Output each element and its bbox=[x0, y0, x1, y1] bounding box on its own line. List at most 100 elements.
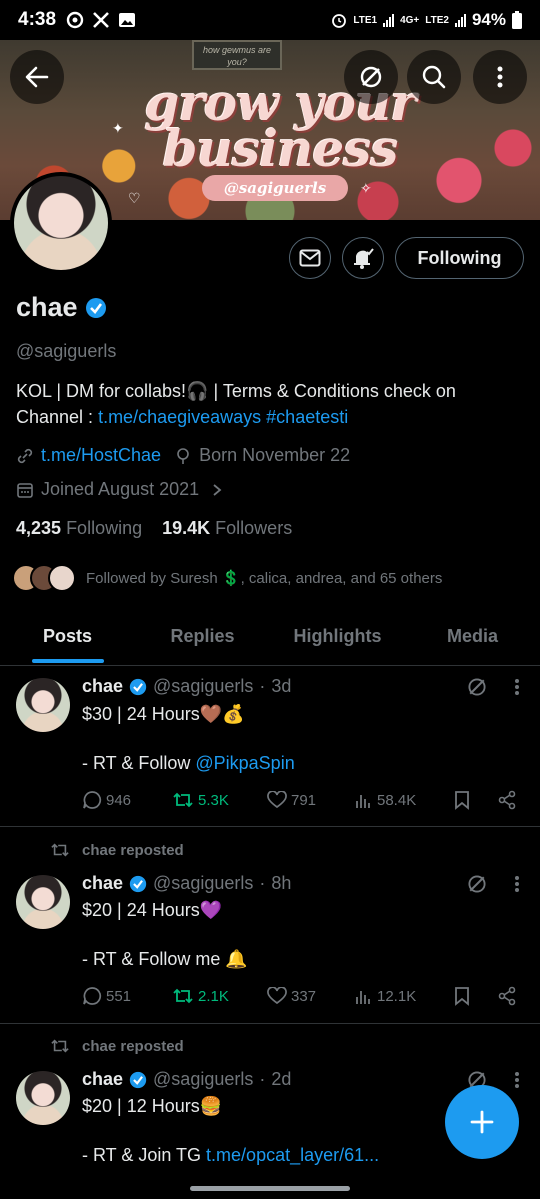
tweet-text-line: $30 | 24 Hours🤎💰 bbox=[82, 704, 245, 724]
tweet-dot: · bbox=[259, 676, 266, 696]
tweet-divider bbox=[0, 1023, 540, 1024]
battery-percent: 94% bbox=[471, 10, 506, 29]
tweet-avatar[interactable] bbox=[16, 875, 70, 929]
reply-button[interactable]: 946 bbox=[82, 790, 172, 810]
verified-badge-icon bbox=[129, 678, 147, 695]
bio-link[interactable]: t.me/chaegiveaways bbox=[98, 407, 261, 427]
followed-by-row[interactable]: Followed by Suresh 💲, calica, andrea, an… bbox=[12, 564, 442, 592]
tweet-text-line: $20 | 12 Hours🍔 bbox=[82, 1096, 223, 1116]
following-stat[interactable]: 4,235 Following bbox=[16, 518, 142, 539]
following-button[interactable]: Following bbox=[395, 237, 524, 279]
verified-badge-icon bbox=[129, 1071, 147, 1088]
share-icon[interactable] bbox=[497, 986, 517, 1006]
bookmark-icon[interactable] bbox=[453, 986, 471, 1006]
reply-button[interactable]: 551 bbox=[82, 986, 172, 1006]
compose-post-button[interactable] bbox=[445, 1085, 519, 1159]
bookmark-icon[interactable] bbox=[453, 790, 471, 810]
profile-avatar[interactable] bbox=[10, 172, 112, 274]
like-button[interactable]: 337 bbox=[267, 987, 355, 1005]
back-button[interactable] bbox=[10, 50, 64, 104]
tweet-author-handle[interactable]: @sagiguerls bbox=[153, 676, 253, 697]
profile-bio: KOL | DM for collabs!🎧 | Terms & Conditi… bbox=[16, 378, 516, 430]
repost-label[interactable]: chae reposted bbox=[82, 842, 184, 859]
net-label-1: LTE1 bbox=[353, 14, 378, 26]
notifications-button[interactable] bbox=[342, 237, 384, 279]
views-count: 58.4K bbox=[377, 791, 417, 809]
tweet-text-line: $20 | 24 Hours💜 bbox=[82, 900, 223, 920]
like-button[interactable]: 791 bbox=[267, 791, 355, 809]
tweet-link[interactable]: t.me/opcat_layer/61... bbox=[206, 1145, 379, 1165]
tweet-divider bbox=[0, 826, 540, 827]
tweet-dot: · bbox=[259, 1069, 266, 1089]
website-link[interactable]: t.me/HostChae bbox=[41, 445, 161, 466]
tweet-author-handle[interactable]: @sagiguerls bbox=[153, 1069, 253, 1090]
tweet-author-name[interactable]: chae bbox=[82, 873, 123, 894]
following-label: Following bbox=[66, 518, 143, 538]
profile-meta-row-2[interactable]: Joined August 2021 bbox=[16, 479, 224, 500]
birthday-icon bbox=[177, 447, 189, 464]
reply-icon bbox=[83, 791, 102, 809]
followers-stat[interactable]: 19.4K Followers bbox=[162, 518, 292, 539]
tab-posts[interactable]: Posts bbox=[0, 610, 135, 665]
tweet-text-line: - RT & Follow me 🔔 bbox=[82, 949, 248, 969]
tweet-tools bbox=[466, 676, 520, 698]
repost-icon bbox=[51, 1039, 69, 1053]
more-options-button[interactable] bbox=[473, 50, 527, 104]
message-button[interactable] bbox=[289, 237, 331, 279]
reply-count: 946 bbox=[106, 791, 132, 809]
born-text: Born November 22 bbox=[199, 445, 351, 465]
net-label-4g: 4G+ bbox=[400, 14, 420, 26]
grok-icon[interactable] bbox=[466, 676, 488, 698]
followers-label: Followers bbox=[215, 518, 293, 538]
repost-icon bbox=[51, 843, 69, 857]
views-button[interactable]: 12.1K bbox=[355, 987, 445, 1005]
tab-replies[interactable]: Replies bbox=[135, 610, 270, 665]
grok-icon[interactable] bbox=[466, 873, 488, 895]
alarm-icon bbox=[332, 14, 347, 28]
views-button[interactable]: 58.4K bbox=[355, 791, 445, 809]
more-vertical-icon[interactable] bbox=[514, 678, 520, 696]
tweet-author-name[interactable]: chae bbox=[82, 1069, 123, 1090]
views-icon bbox=[356, 795, 370, 808]
more-vertical-icon[interactable] bbox=[514, 1071, 520, 1089]
repost-button[interactable]: 5.3K bbox=[172, 790, 267, 810]
home-indicator[interactable] bbox=[190, 1186, 350, 1191]
repost-count: 5.3K bbox=[198, 791, 229, 809]
grok-button[interactable] bbox=[344, 50, 398, 104]
tweet-header: chae @sagiguerls · 2d bbox=[82, 1069, 291, 1090]
sparkle-icon: ✦ bbox=[112, 120, 124, 136]
followers-count: 19.4K bbox=[162, 518, 211, 538]
banner-sign: how gewmus are you? bbox=[192, 40, 282, 70]
banner-handle: @sagiguerls bbox=[202, 175, 348, 201]
bell-check-icon bbox=[354, 248, 374, 269]
location-icon bbox=[66, 11, 84, 29]
views-count: 12.1K bbox=[377, 987, 417, 1005]
more-vertical-icon bbox=[497, 66, 503, 88]
signal-icon-1 bbox=[383, 13, 395, 27]
tweet-author-handle[interactable]: @sagiguerls bbox=[153, 873, 253, 894]
bio-hashtag[interactable]: #chaetesti bbox=[266, 407, 348, 427]
sparkle-icon: ✧ bbox=[360, 180, 372, 196]
joined-text: Joined August 2021 bbox=[41, 479, 200, 499]
share-icon[interactable] bbox=[497, 790, 517, 810]
calendar-icon bbox=[17, 482, 33, 498]
tweet-avatar[interactable] bbox=[16, 1071, 70, 1125]
tweet-mention-link[interactable]: @PikpaSpin bbox=[195, 753, 294, 773]
tweet-tools bbox=[466, 873, 520, 895]
link-icon bbox=[17, 448, 33, 463]
tab-highlights[interactable]: Highlights bbox=[270, 610, 405, 665]
tweet-author-name[interactable]: chae bbox=[82, 676, 123, 697]
repost-label[interactable]: chae reposted bbox=[82, 1038, 184, 1055]
repost-button[interactable]: 2.1K bbox=[172, 986, 267, 1006]
tweet-time: 8h bbox=[271, 873, 292, 893]
views-icon bbox=[356, 991, 370, 1004]
more-vertical-icon[interactable] bbox=[514, 875, 520, 893]
tweet-text: - RT & Follow bbox=[82, 753, 196, 773]
tweet-avatar[interactable] bbox=[16, 678, 70, 732]
search-button[interactable] bbox=[407, 50, 461, 104]
avatar-image bbox=[14, 176, 108, 270]
follower-avatar bbox=[48, 564, 76, 592]
plus-icon bbox=[470, 1110, 494, 1134]
tab-media[interactable]: Media bbox=[405, 610, 540, 665]
repost-icon bbox=[173, 988, 193, 1004]
